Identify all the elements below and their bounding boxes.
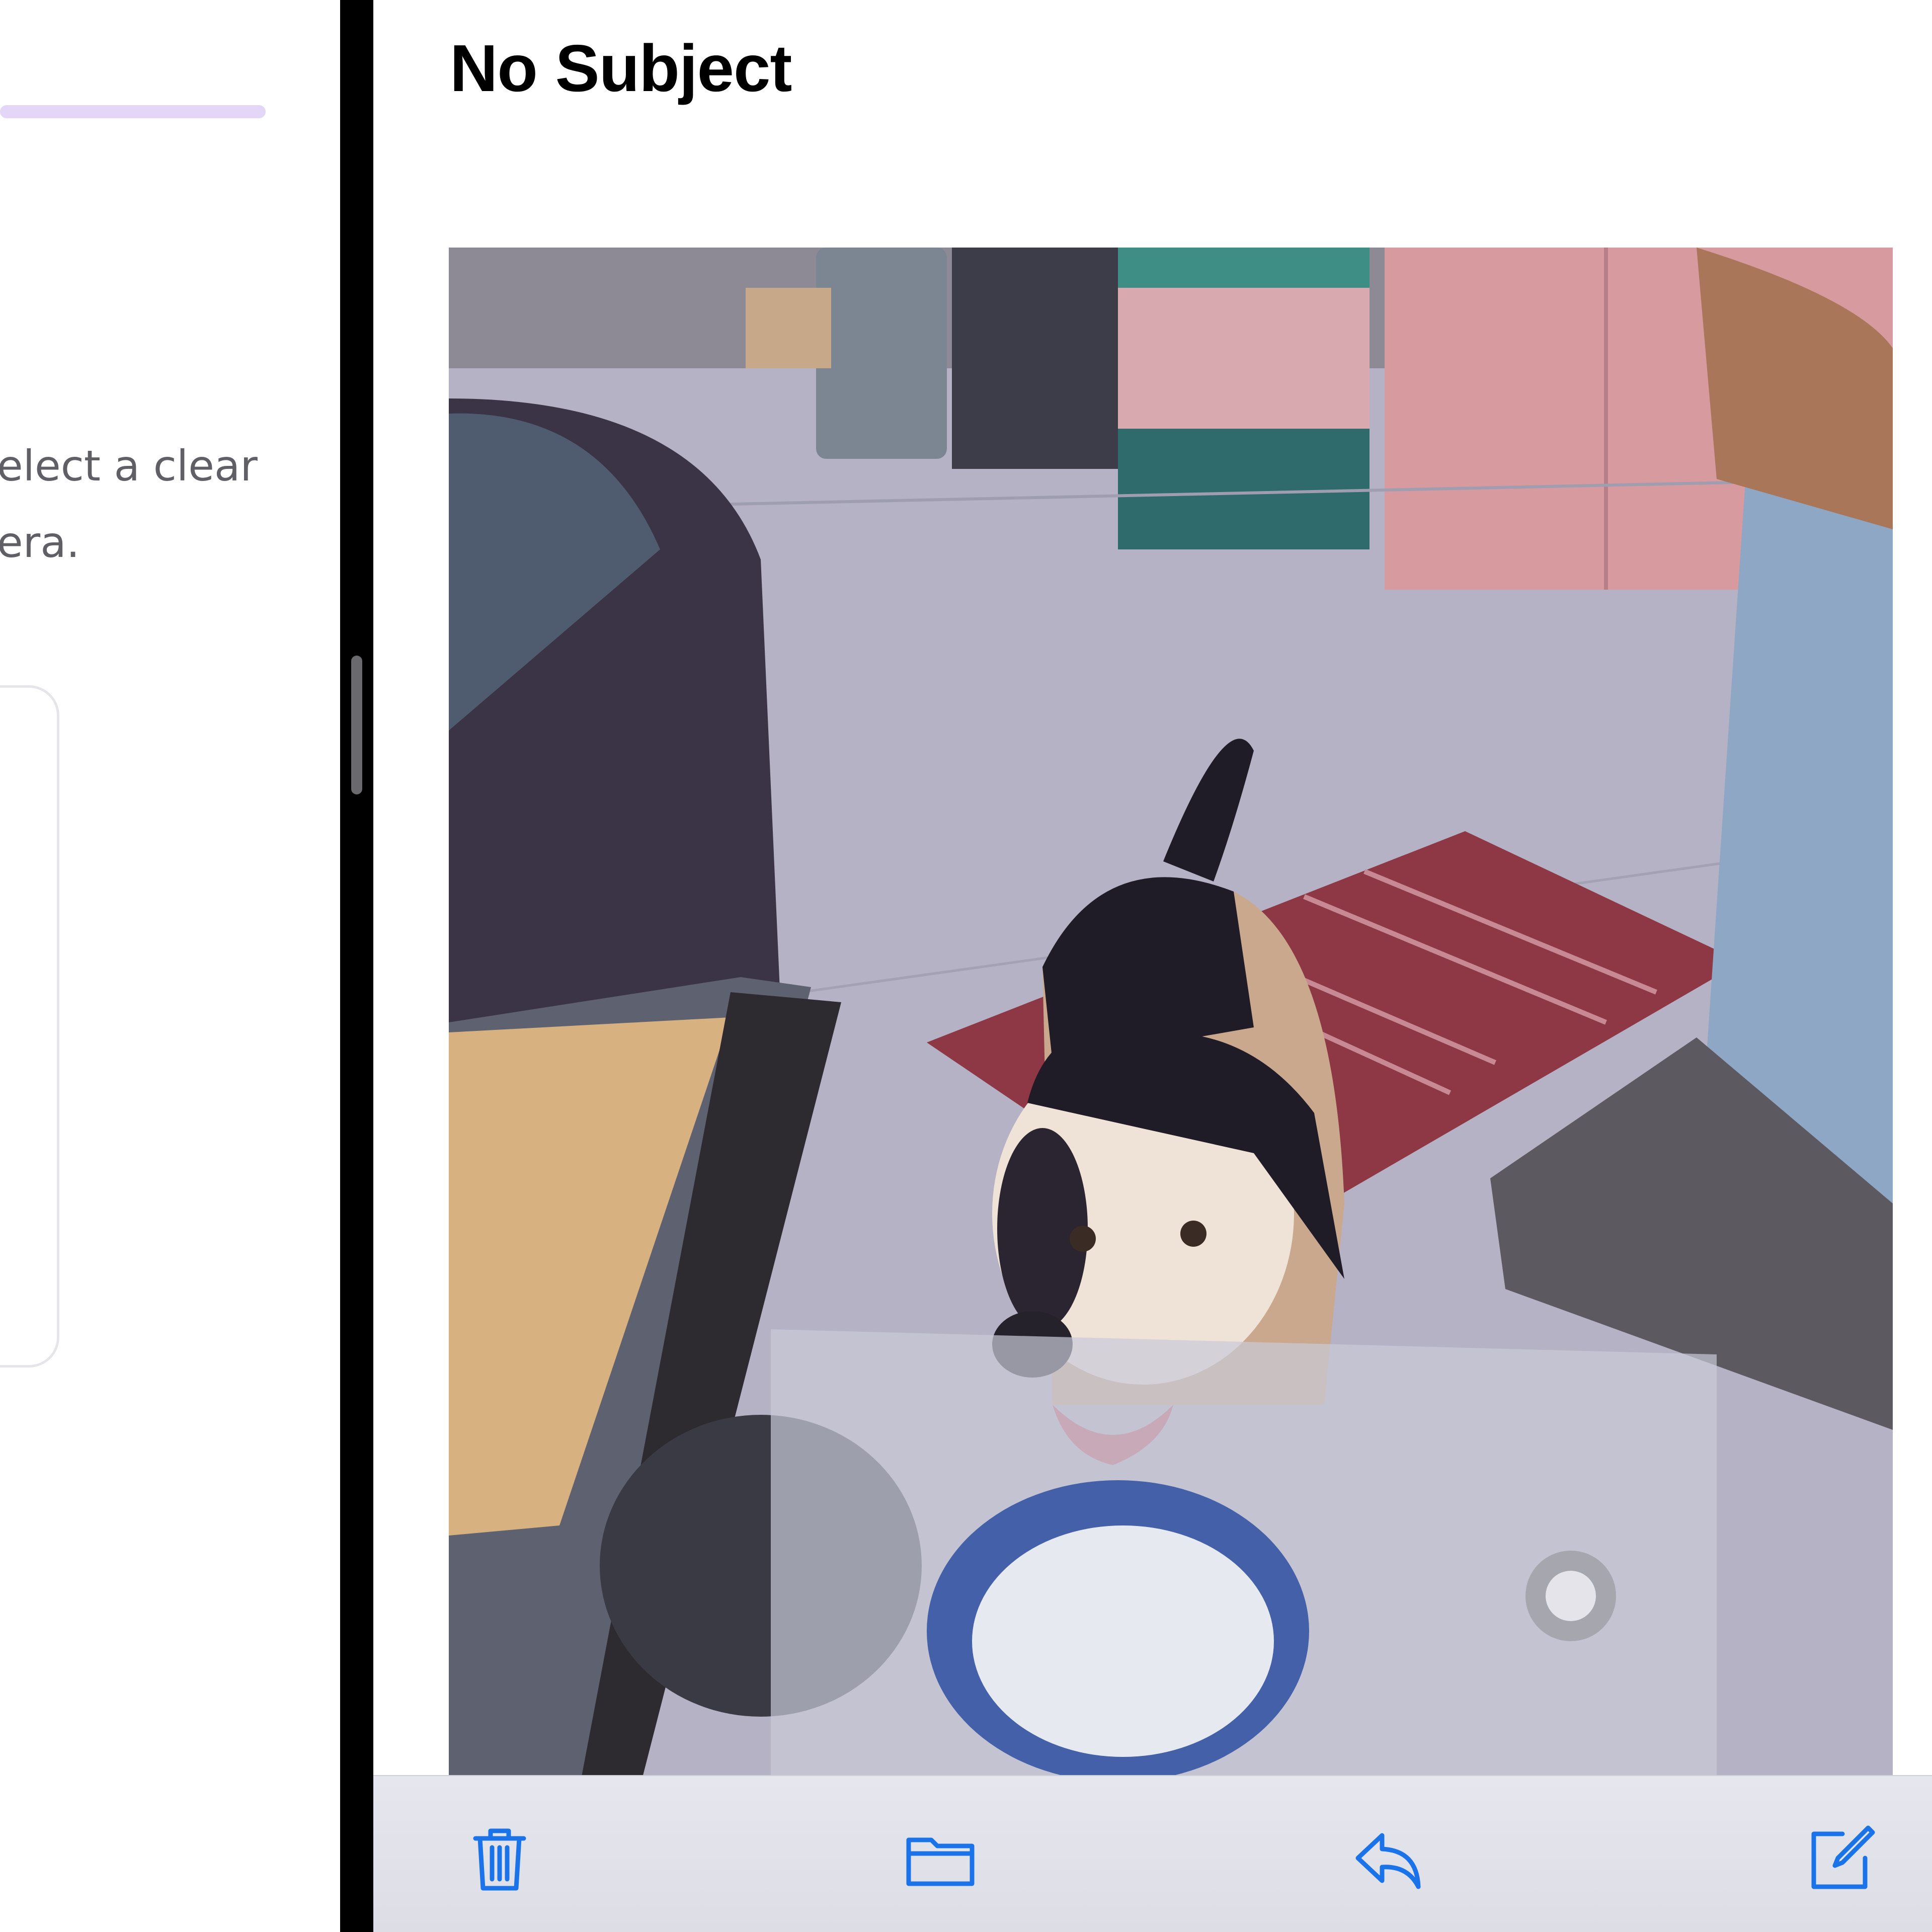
trash-button[interactable] [457, 1815, 542, 1901]
progress-bar [0, 105, 266, 118]
dog-photo-image [449, 248, 1893, 1787]
trash-icon [473, 1828, 526, 1891]
attachment-photo[interactable] [449, 248, 1893, 1787]
left-pane: elect a clear era. [0, 0, 340, 1932]
split-divider [340, 0, 373, 1932]
move-to-folder-button[interactable] [898, 1815, 983, 1901]
split-handle[interactable] [351, 656, 362, 794]
mail-pane: No Subject [373, 0, 1932, 1932]
compose-button[interactable] [1798, 1815, 1884, 1901]
folder-icon [906, 1837, 975, 1886]
compose-icon [1811, 1825, 1875, 1889]
mail-toolbar [373, 1775, 1932, 1932]
upload-card[interactable] [0, 685, 59, 1367]
reply-button[interactable] [1345, 1815, 1431, 1901]
mail-subject: No Subject [450, 31, 792, 105]
reply-icon [1355, 1833, 1421, 1889]
instruction-text: elect a clear era. [0, 441, 258, 567]
